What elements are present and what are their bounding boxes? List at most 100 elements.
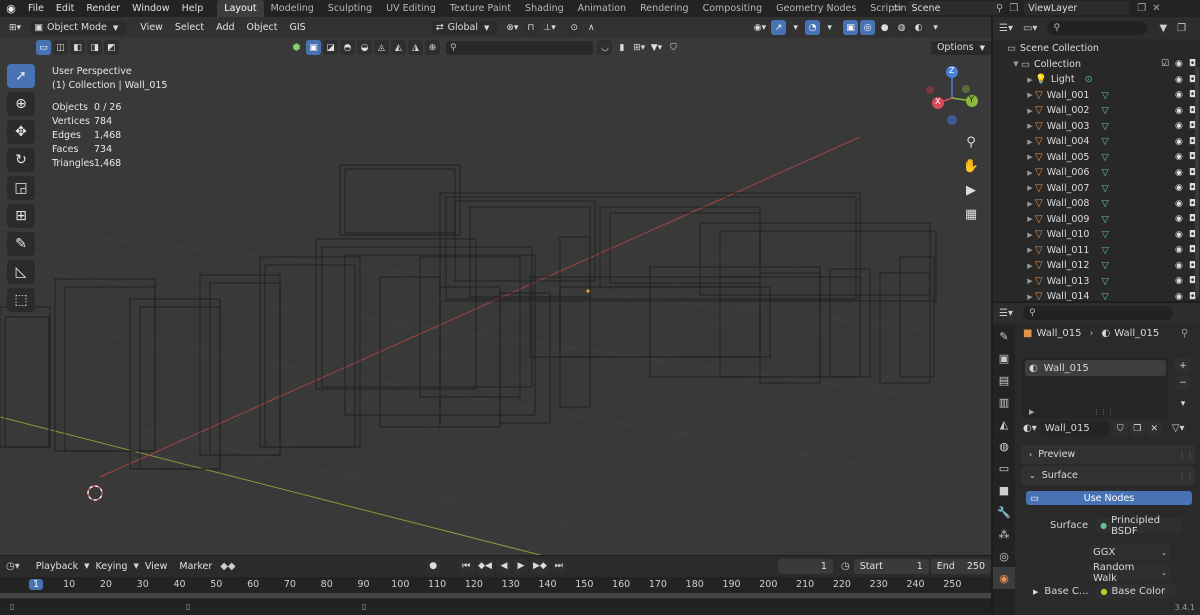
properties-search-input[interactable]: ⚲ [1022,306,1173,320]
menu-file[interactable]: File [22,0,50,17]
distribution-dropdown[interactable]: GGX ⌄ [1089,545,1171,560]
bookmark-icon[interactable]: ▮ [614,40,629,55]
menu-keying[interactable]: Keying [90,561,134,572]
expand-icon[interactable]: ▶ [1025,138,1035,146]
particles-tab-icon[interactable]: ⁂ [993,523,1015,545]
move-tool-icon[interactable]: ✥ [7,120,35,144]
display-mode-icon[interactable]: ▭▾ [1023,23,1037,34]
menu-window[interactable]: Window [126,0,175,17]
expand-icon[interactable]: ▶ [1029,408,1034,416]
transform-tool-icon[interactable]: ⊞ [7,204,35,228]
snap-icon[interactable]: ⊓ [523,20,539,35]
slot-menu-icon[interactable]: ▾ [1175,396,1191,411]
expand-icon[interactable]: ▶ [1025,153,1035,161]
tab-compositing[interactable]: Compositing [696,0,770,17]
camera-icon[interactable]: ▶ [960,179,982,201]
menu-object[interactable]: Object [241,22,284,33]
cursor-tool-icon[interactable]: ⊕ [7,92,35,116]
expand-icon[interactable]: ▶ [1025,91,1035,99]
add-slot-icon[interactable]: + [1175,358,1191,373]
keyframe-icon[interactable]: ◆◆ [220,561,235,572]
scene-selector[interactable]: ▭ Scene [892,1,1000,15]
eye-icon[interactable]: ◉ [1175,261,1183,271]
end-frame-field[interactable]: End 250 [930,558,991,574]
record-icon[interactable]: ● [425,558,441,574]
outliner-item-wall[interactable]: ▶ ▽ Wall_002 ▽ ◉ ◘ [993,103,1200,119]
filter-icon[interactable]: ▽▾ [1172,423,1185,434]
fake-user-shield-icon[interactable]: ⛉ [1112,421,1128,436]
outliner-search-input[interactable]: ⚲ [1047,21,1148,35]
object-tab-icon[interactable]: ■ [993,479,1015,501]
unlink-material-icon[interactable]: ✕ [1146,421,1162,436]
modifier-tab-icon[interactable]: 🔧 [993,501,1015,523]
start-frame-field[interactable]: Start 1 [853,558,929,574]
annotate-tool-icon[interactable]: ✎ [7,232,35,256]
outliner-editor-icon[interactable]: ☰▾ [999,23,1013,34]
shield-icon[interactable]: ⛉ [666,40,681,55]
options-dropdown[interactable]: Options ▼ [930,40,991,55]
base-color-field[interactable]: ● Base Color [1096,584,1177,599]
collection-tab-icon[interactable]: ▭ [993,457,1015,479]
outliner-item-wall[interactable]: ▶ ▽ Wall_011 ▽ ◉ ◘ [993,243,1200,259]
gis-logo-icon[interactable]: ⬢ [289,40,304,55]
menu-playback[interactable]: Playback [30,561,84,572]
tab-texture-paint[interactable]: Texture Paint [443,0,518,17]
transform-orientation-dropdown[interactable]: ⇄ Global ▼ [431,20,498,35]
eye-icon[interactable]: ◉ [1175,230,1183,240]
preview-panel-header[interactable]: › Preview [1021,445,1195,464]
frame-ruler[interactable]: 1 10 20 30 40 50 60 70 80 90 100 110 120 130 140 150 160… [0,577,991,593]
checkbox-icon[interactable]: ☑ [1161,59,1169,69]
outliner-item-wall[interactable]: ▶ ▽ Wall_004 ▽ ◉ ◘ [993,134,1200,150]
falloff-icon[interactable]: ∧ [584,20,599,35]
expand-icon[interactable]: ▶ [1025,293,1035,301]
pin-icon[interactable]: ⚲ [996,3,1003,14]
tab-sculpting[interactable]: Sculpting [321,0,379,17]
snap-target-icon[interactable]: ⊥▾ [540,20,558,35]
panel-grip-icon[interactable]: ⋮⋮ [1178,450,1194,459]
surface-shader-field[interactable]: ● Principled BSDF [1096,515,1183,537]
remove-slot-icon[interactable]: − [1175,375,1191,390]
rotate-tool-icon[interactable]: ↻ [7,148,35,172]
select-box-tool-icon[interactable]: ➚ [7,64,35,88]
shading-rendered-icon[interactable]: ◐ [911,20,927,35]
expand-icon[interactable]: ▶ [1025,122,1035,130]
resize-handle-icon[interactable]: ⋮⋮⋮ [1093,408,1114,416]
shading-wireframe-icon[interactable]: ◎ [860,20,876,35]
menu-render[interactable]: Render [80,0,126,17]
expand-icon[interactable]: ▶ [1025,246,1035,254]
expand-icon[interactable]: ▶ [1025,215,1035,223]
pan-hand-icon[interactable]: ✋ [960,155,982,177]
filter-curve-icon[interactable]: ◪ [323,40,338,55]
physics-tab-icon[interactable]: ◎ [993,545,1015,567]
filter-armature-icon[interactable]: ◭ [391,40,406,55]
outliner-item-wall[interactable]: ▶ ▽ Wall_008 ▽ ◉ ◘ [993,196,1200,212]
show-overlays-icon[interactable]: ◔ [805,20,821,35]
tab-modeling[interactable]: Modeling [264,0,321,17]
menu-marker[interactable]: Marker [173,561,218,572]
viewport-search-input[interactable]: ⚲ [446,40,594,55]
expand-icon[interactable]: ▶ [1025,76,1035,84]
timeline-editor-icon[interactable]: ◷▾ [6,561,20,572]
material-tab-icon[interactable]: ◉ [993,567,1015,589]
expand-icon[interactable]: ▶ [1025,200,1035,208]
grid-view-icon[interactable]: ▦ [960,203,982,225]
panel-grip-icon[interactable]: ⋮⋮ [1178,471,1194,480]
pivot-icon[interactable]: ⊗▾ [503,20,521,35]
sync-icon[interactable]: ◡ [597,40,613,55]
browse-material-icon[interactable]: ◐▾ [1023,423,1037,434]
zoom-icon[interactable]: ⚲ [960,131,982,153]
shading-material-icon[interactable]: ◍ [894,20,910,35]
select-extend-icon[interactable]: ◫ [53,40,68,55]
eye-icon[interactable]: ◉ [1175,137,1183,147]
use-nodes-button[interactable]: ▭ Use Nodes [1026,491,1192,505]
eye-icon[interactable]: ◉ [1175,214,1183,224]
jump-key-forward-icon[interactable]: ▶◆ [530,558,550,574]
jump-end-icon[interactable]: ⏭ [551,558,567,574]
overlays-dropdown-icon[interactable]: ▾ [822,20,837,35]
outliner-item-wall[interactable]: ▶ ▽ Wall_013 ▽ ◉ ◘ [993,274,1200,290]
expand-icon[interactable]: ▼ [1011,60,1021,68]
select-intersect-icon[interactable]: ◩ [104,40,119,55]
hierarchy-icon[interactable]: ⊞▾ [631,40,647,55]
outliner-item-wall[interactable]: ▶ ▽ Wall_006 ▽ ◉ ◘ [993,165,1200,181]
new-view-layer-icon[interactable]: ❐ [1137,3,1146,14]
